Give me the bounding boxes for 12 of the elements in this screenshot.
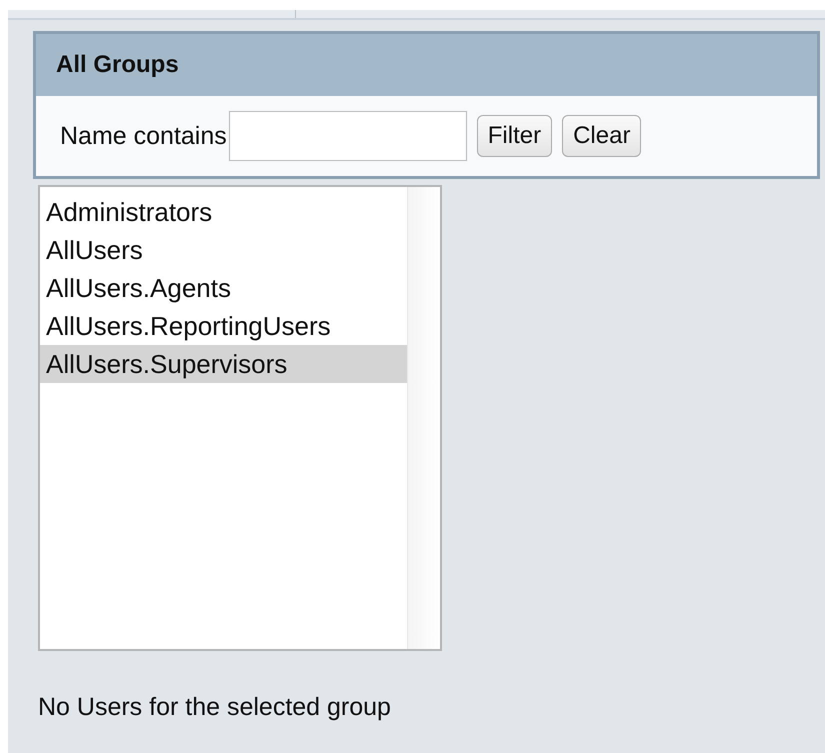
group-list-item[interactable]: Administrators [40, 193, 407, 231]
group-list-item[interactable]: AllUsers.Supervisors [40, 345, 407, 383]
group-list-item[interactable]: AllUsers.ReportingUsers [40, 307, 407, 345]
group-list[interactable]: Administrators AllUsers AllUsers.Agents AllUsers.ReportingUsers AllUsers.Supervisors [38, 185, 442, 651]
panel-title: All Groups [56, 51, 179, 79]
name-filter-field[interactable] [228, 111, 467, 161]
filter-panel-button[interactable]: Clear [562, 115, 642, 157]
group-list-item[interactable]: AllUsers.Agents [40, 269, 407, 307]
group-list-item[interactable]: AllUsers [40, 231, 407, 269]
field-label: Name contains [60, 122, 227, 150]
status-message: No Users for the selected group [38, 693, 392, 722]
filter-panel-button[interactable]: Filter [476, 115, 552, 157]
